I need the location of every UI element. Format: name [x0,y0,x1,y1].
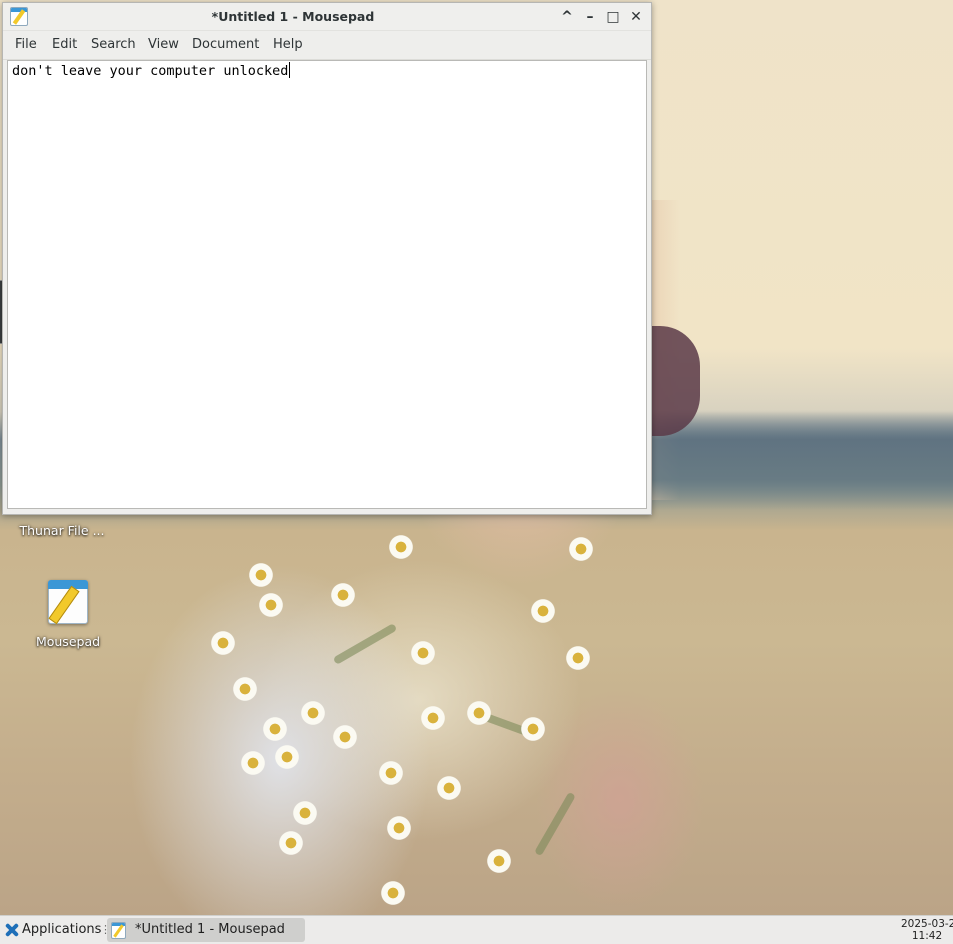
wallpaper-leaf [332,623,398,665]
wallpaper-flower [248,562,274,588]
wallpaper-flower [274,744,300,770]
wallpaper-leaf [534,791,576,857]
editor-content: don't leave your computer unlocked [12,63,289,79]
wallpaper-flower [262,716,288,742]
taskbar-window-button[interactable]: *Untitled 1 - Mousepad [107,918,305,942]
menu-edit[interactable]: Edit [52,31,77,59]
menu-file[interactable]: File [15,31,37,59]
desktop-icon-mousepad[interactable]: Mousepad [18,580,118,649]
clock-date: 2025-03-21 [901,918,953,930]
wallpaper-flower [232,676,258,702]
desktop-icon-label: Thunar File ... [19,523,105,538]
minimize-button[interactable]: – [581,8,599,26]
wallpaper-flower [240,750,266,776]
wallpaper-flower [530,598,556,624]
menu-document[interactable]: Document [192,31,259,59]
wallpaper-flower [330,582,356,608]
text-editor-area[interactable]: don't leave your computer unlocked [7,60,647,509]
shade-button[interactable]: ^ [558,8,576,26]
wallpaper-flower [332,724,358,750]
close-button[interactable]: ✕ [627,8,645,26]
desktop-icon-label: Mousepad [35,634,101,649]
maximize-button[interactable]: □ [604,8,622,26]
wallpaper-flower [568,536,594,562]
wallpaper-flower [410,640,436,666]
wallpaper-flower [388,534,414,560]
applications-label: Applications [22,922,102,937]
mousepad-app-icon [111,922,126,939]
taskbar: Applications ⋮ *Untitled 1 - Mousepad 20… [0,915,953,944]
wallpaper-flower [520,716,546,742]
wallpaper-flower [278,830,304,856]
wallpaper-treeline [650,410,953,510]
xfce-logo-icon [5,923,19,937]
wallpaper-flower [300,700,326,726]
wallpaper-flower [466,700,492,726]
desktop-icon-thunar[interactable]: Thunar File ... [12,523,112,538]
menu-help[interactable]: Help [273,31,303,59]
maximize-icon: □ [606,9,620,25]
mousepad-window: *Untitled 1 - Mousepad ^ – □ ✕ File Edit… [2,2,652,515]
chevron-up-icon: ^ [561,9,573,25]
wallpaper-flower [378,760,404,786]
wallpaper-flower [420,705,446,731]
mousepad-app-icon[interactable] [10,7,28,26]
desktop-wallpaper: Thunar File ... Mousepad *Untitled 1 - M… [0,0,953,915]
text-caret [289,62,291,78]
applications-menu-button[interactable]: Applications ⋮ [2,918,111,942]
clock-time: 11:42 [911,930,943,942]
wallpaper-flower [258,592,284,618]
window-title: *Untitled 1 - Mousepad [211,9,375,24]
menu-view[interactable]: View [148,31,179,59]
menubar: File Edit Search View Document Help [3,31,651,60]
wallpaper-flower [292,800,318,826]
clock[interactable]: 2025-03-21 11:42 [901,918,953,942]
wallpaper-flower [386,815,412,841]
close-icon: ✕ [630,9,642,25]
text-editor-icon [48,580,88,625]
menu-search[interactable]: Search [91,31,136,59]
wallpaper-flower [380,880,406,906]
window-titlebar[interactable]: *Untitled 1 - Mousepad ^ – □ ✕ [3,3,651,31]
wallpaper-flower [486,848,512,874]
wallpaper-flower [210,630,236,656]
wallpaper-flower [565,645,591,671]
minimize-icon: – [586,9,594,25]
wallpaper-flower [436,775,462,801]
taskbar-window-title: *Untitled 1 - Mousepad [135,922,285,937]
